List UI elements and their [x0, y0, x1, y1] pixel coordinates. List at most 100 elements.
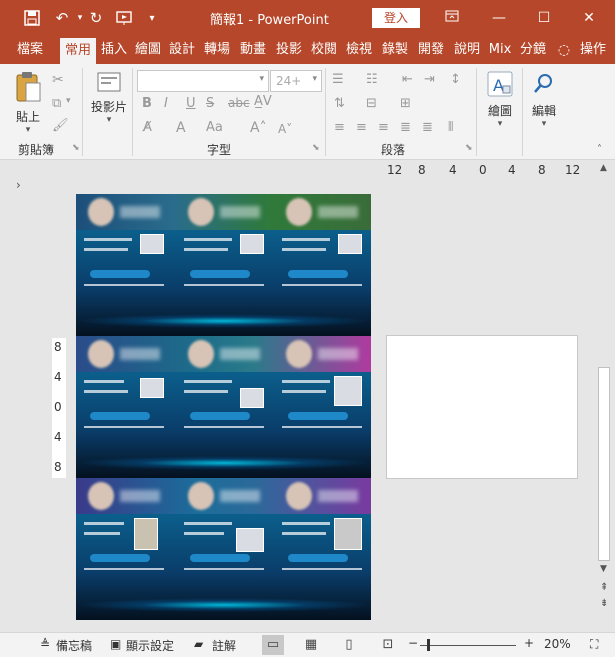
align-left-icon[interactable]: ≡	[334, 120, 345, 135]
ruler-mark: 4	[54, 430, 62, 444]
customize-toolbar-icon[interactable]: ▾	[142, 8, 162, 28]
name-blur	[220, 348, 260, 360]
bullets-icon[interactable]: ☰	[332, 72, 344, 87]
shadow-icon[interactable]: S	[206, 96, 214, 111]
ribbon-display-options-icon[interactable]	[437, 6, 467, 30]
comments-button[interactable]: 註解	[212, 637, 236, 654]
notes-icon[interactable]: ≜	[40, 637, 50, 651]
tab-design[interactable]: 設計	[166, 36, 198, 64]
font-color-icon[interactable]: A	[176, 120, 186, 136]
character-spacing-icon[interactable]: A̲V	[254, 94, 272, 109]
align-text-icon[interactable]: ⊟	[366, 96, 377, 111]
slide-image[interactable]	[76, 194, 371, 620]
copy-dropdown-icon[interactable]: ▾	[66, 96, 71, 106]
tab-storyboard[interactable]: 分鏡	[516, 36, 550, 64]
paste-dropdown-icon[interactable]: ▾	[8, 125, 48, 135]
text-direction-icon[interactable]: ⇅	[334, 96, 345, 111]
distributed-icon[interactable]: ≣	[422, 120, 433, 135]
editing-dropdown-icon[interactable]: ▾	[526, 119, 562, 129]
font-name-field[interactable]: ▾	[137, 70, 269, 92]
zoom-slider[interactable]	[420, 645, 516, 646]
tab-slideshow[interactable]: 投影	[272, 36, 306, 64]
slideshow-view-icon[interactable]: ⊡	[377, 635, 399, 655]
start-slideshow-icon[interactable]	[115, 8, 135, 28]
copy-icon[interactable]: ⧉	[52, 96, 61, 111]
numbering-icon[interactable]: ☷	[366, 72, 378, 87]
font-launcher-icon[interactable]: ⬊	[312, 143, 320, 153]
course-banner	[190, 270, 250, 278]
tab-review[interactable]: 校閱	[308, 36, 340, 64]
tab-developer[interactable]: 開發	[414, 36, 448, 64]
zoom-in-icon[interactable]: +	[524, 636, 534, 650]
redo-icon[interactable]: ↻	[86, 8, 106, 28]
minimize-icon[interactable]: —	[484, 6, 514, 30]
tab-record[interactable]: 錄製	[378, 36, 412, 64]
paste-icon	[14, 70, 42, 104]
tab-help[interactable]: 說明	[450, 36, 484, 64]
drawing-button[interactable]: A 繪圖 ▾	[482, 70, 518, 129]
justify-icon[interactable]: ≣	[400, 120, 411, 135]
zoom-out-icon[interactable]: −	[408, 636, 418, 650]
underline-icon[interactable]: U	[186, 96, 196, 111]
line-spacing-icon[interactable]: ↕	[450, 72, 461, 87]
italic-icon[interactable]: I	[164, 96, 168, 111]
cut-icon[interactable]: ✂	[52, 72, 64, 88]
scroll-down-icon[interactable]: ▼	[600, 564, 607, 574]
drawing-dropdown-icon[interactable]: ▾	[482, 119, 518, 129]
paragraph-launcher-icon[interactable]: ⬊	[465, 143, 473, 153]
paste-button[interactable]: 貼上 ▾	[8, 70, 48, 135]
decrease-font-size-icon[interactable]: A˅	[278, 122, 292, 136]
tab-insert[interactable]: 插入	[98, 36, 130, 64]
maximize-icon[interactable]: ☐	[529, 6, 559, 30]
strikethrough-icon[interactable]: abc	[228, 96, 250, 110]
tab-tell-me[interactable]: 操作	[576, 36, 610, 64]
tab-home[interactable]: 常用	[60, 38, 96, 64]
clear-formatting-icon[interactable]: A̸	[143, 120, 152, 135]
lightbulb-icon[interactable]: ◌	[556, 36, 572, 64]
slide-sorter-icon[interactable]: ▦	[300, 635, 322, 655]
columns-icon[interactable]: ⫴	[448, 120, 453, 135]
undo-icon[interactable]: ↶	[52, 8, 72, 28]
close-icon[interactable]: ✕	[574, 6, 604, 30]
tab-view[interactable]: 檢視	[342, 36, 376, 64]
zoom-slider-thumb[interactable]	[427, 639, 430, 651]
sign-in-button[interactable]: 登入	[372, 8, 420, 28]
next-slide-icon[interactable]: ⇟	[600, 598, 608, 609]
tab-animations[interactable]: 動畫	[236, 36, 270, 64]
display-settings-icon[interactable]: ▣	[110, 637, 121, 651]
clipboard-launcher-icon[interactable]: ⬊	[72, 143, 80, 153]
format-painter-icon[interactable]: 🖌	[52, 118, 69, 133]
tab-mix[interactable]: Mix	[486, 36, 514, 64]
scroll-up-icon[interactable]: ▲	[600, 163, 607, 173]
align-center-icon[interactable]: ≡	[356, 120, 367, 135]
align-right-icon[interactable]: ≡	[378, 120, 389, 135]
slides-dropdown-icon[interactable]: ▾	[90, 115, 128, 125]
slide-canvas[interactable]	[386, 335, 578, 479]
tab-transitions[interactable]: 轉場	[200, 36, 234, 64]
expand-thumbnails-icon[interactable]: ›	[16, 178, 21, 192]
fit-to-window-icon[interactable]: ⛶	[590, 637, 598, 652]
slides-button[interactable]: 投影片 ▾	[90, 70, 128, 125]
notes-button[interactable]: 備忘稿	[56, 637, 92, 654]
editing-button[interactable]: 編輯 ▾	[526, 70, 562, 129]
reading-view-icon[interactable]: ▯	[338, 635, 360, 655]
decrease-indent-icon[interactable]: ⇤	[402, 72, 413, 87]
change-case-icon[interactable]: Aa	[206, 120, 223, 135]
zoom-level[interactable]: 20%	[544, 637, 571, 651]
tab-file[interactable]: 檔案	[10, 36, 50, 64]
smartart-icon[interactable]: ⊞	[400, 96, 411, 111]
increase-indent-icon[interactable]: ⇥	[424, 72, 435, 87]
ribbon-tabs: 檔案 常用 插入 繪圖 設計 轉場 動畫 投影 校閱 檢視 錄製 開發 說明 M…	[0, 36, 615, 64]
save-icon[interactable]	[22, 8, 42, 28]
display-settings-button[interactable]: 顯示設定	[126, 637, 174, 654]
previous-slide-icon[interactable]: ⇞	[600, 582, 608, 593]
comments-icon[interactable]: ▰	[194, 637, 203, 651]
bold-icon[interactable]: B	[142, 96, 152, 111]
normal-view-icon[interactable]: ▭	[262, 635, 284, 655]
panel-body	[76, 372, 371, 478]
increase-font-size-icon[interactable]: A˄	[250, 120, 267, 136]
collapse-ribbon-icon[interactable]: ˄	[597, 144, 602, 155]
tab-draw[interactable]: 繪圖	[132, 36, 164, 64]
font-size-field[interactable]: 24+ ▾	[270, 70, 322, 92]
scrollbar-thumb[interactable]	[598, 367, 610, 561]
